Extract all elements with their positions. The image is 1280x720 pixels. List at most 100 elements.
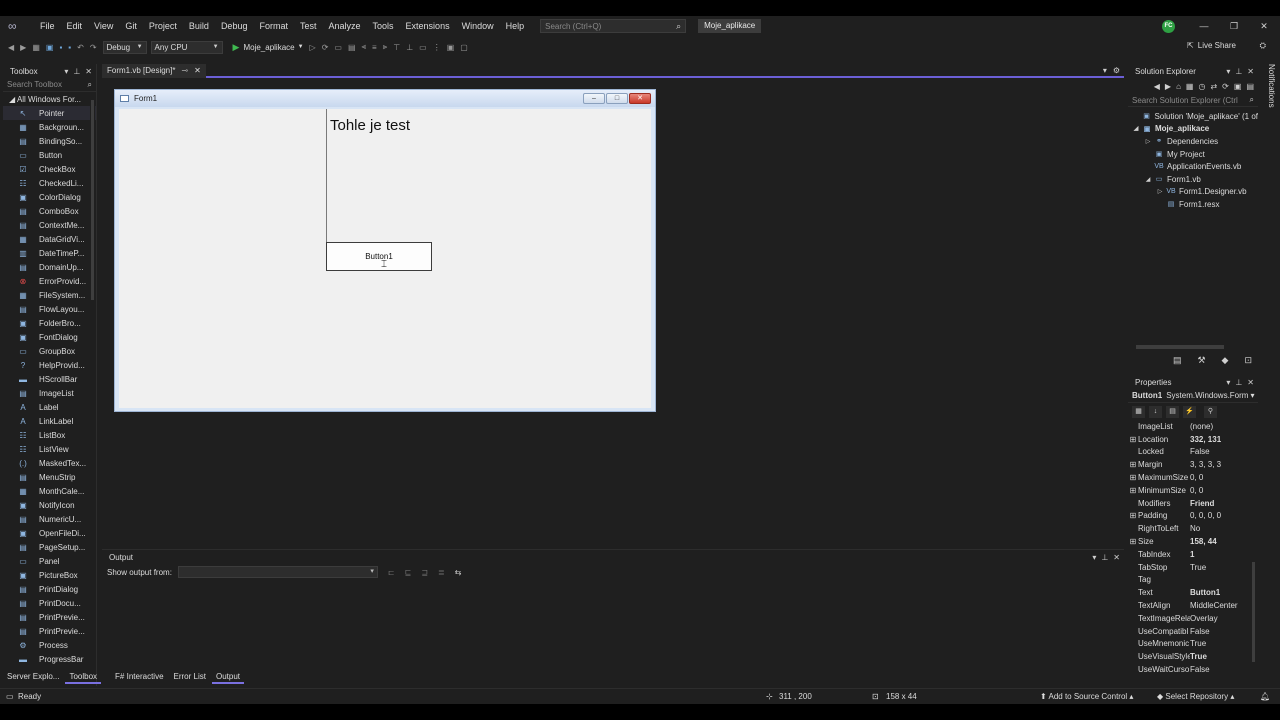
property-row[interactable]: TabStop True	[1128, 561, 1258, 574]
tree-item[interactable]: ◢ ▣ Moje_aplikace	[1128, 123, 1258, 136]
tab-fsharp-interactive[interactable]: F# Interactive	[111, 670, 167, 684]
pin-icon[interactable]: ⊥	[73, 67, 80, 76]
select-repository-button[interactable]: ◆ Select Repository ▴	[1157, 692, 1234, 701]
chevron-down-icon[interactable]: ▾	[1092, 553, 1096, 562]
spacing-icon[interactable]: ⋮	[433, 43, 441, 52]
pin-icon[interactable]: ⊸	[181, 64, 188, 78]
menu-analyze[interactable]: Analyze	[323, 16, 367, 36]
toolbox-item[interactable]: ▤ DomainUp...	[3, 260, 96, 274]
save-all-icon[interactable]: ▪	[68, 43, 71, 52]
menu-extensions[interactable]: Extensions	[400, 16, 456, 36]
platform-combo[interactable]: Any CPU ▼	[150, 40, 223, 54]
properties-object-selector[interactable]: Button1 System.Windows.Form ▾	[1128, 389, 1258, 403]
toolbox-item[interactable]: ☷ ListView	[3, 442, 96, 456]
notifications-side-tab[interactable]: Notifications	[1262, 64, 1276, 124]
property-value[interactable]: False	[1190, 665, 1246, 674]
toolbox-item[interactable]: ☷ ListBox	[3, 428, 96, 442]
expand-icon[interactable]: ⊞	[1128, 473, 1138, 482]
property-row[interactable]: UseCompatibl False	[1128, 625, 1258, 638]
align-left-icon[interactable]: ⫷	[362, 42, 367, 52]
tree-item[interactable]: ◢ ▭ Form1.vb	[1128, 173, 1258, 186]
property-row[interactable]: Tag	[1128, 574, 1258, 587]
menu-build[interactable]: Build	[183, 16, 215, 36]
toolbox-item[interactable]: ▤ MenuStrip	[3, 470, 96, 484]
form-window[interactable]: Form1 – □ ✕ Tohle je test Button1 ⌶	[114, 89, 656, 412]
switch-views-icon[interactable]: ▦	[1186, 82, 1194, 91]
refresh-icon[interactable]: ⟳	[1222, 82, 1229, 91]
close-icon[interactable]: ✕	[1113, 553, 1120, 562]
expand-icon[interactable]: ⊞	[1128, 537, 1138, 546]
property-value[interactable]: (none)	[1190, 422, 1246, 431]
toolbox-item[interactable]: ▦ FileSystem...	[3, 288, 96, 302]
toolbox-item[interactable]: ▭ GroupBox	[3, 344, 96, 358]
output-source-select[interactable]	[177, 566, 378, 578]
property-value[interactable]: Overlay	[1190, 614, 1246, 623]
property-row[interactable]: ⊞ MinimumSize 0, 0	[1128, 484, 1258, 497]
solution-explorer-search-input[interactable]: Search Solution Explorer (Ctrl ⌕	[1128, 94, 1258, 107]
tree-item[interactable]: ▷ ⚭ Dependencies	[1128, 135, 1258, 148]
settings-icon[interactable]: ⚙	[1113, 66, 1120, 75]
property-value[interactable]: True	[1190, 652, 1246, 661]
solution-explorer-tab-icon[interactable]: ▤	[1173, 355, 1182, 369]
property-value[interactable]: MiddleCenter	[1190, 601, 1246, 610]
chevron-down-icon[interactable]: ▾	[1226, 378, 1230, 387]
scrollbar-thumb[interactable]	[1136, 345, 1224, 349]
property-row[interactable]: ⊞ Padding 0, 0, 0, 0	[1128, 510, 1258, 523]
expand-icon[interactable]: ⊞	[1128, 460, 1138, 469]
expand-icon[interactable]: ⊞	[1128, 486, 1138, 495]
property-value[interactable]: 158, 44	[1190, 537, 1246, 546]
expand-icon[interactable]: ⊞	[1128, 511, 1138, 520]
tab-list-icon[interactable]: ▾	[1103, 66, 1107, 75]
properties-view-icon[interactable]: ▤	[1166, 405, 1179, 418]
categorized-icon[interactable]: ▦	[1132, 405, 1145, 418]
form-title-bar[interactable]: Form1 – □ ✕	[115, 90, 655, 107]
property-row[interactable]: TextAlign MiddleCenter	[1128, 599, 1258, 612]
make-same-size-icon[interactable]: ▭	[419, 43, 427, 52]
toolbox-item[interactable]: ⚙ Process	[3, 638, 96, 652]
property-value[interactable]: No	[1190, 524, 1246, 533]
toolbox-item[interactable]: ↖ Pointer	[3, 106, 96, 120]
expand-icon[interactable]: ⊞	[1128, 435, 1138, 444]
menu-format[interactable]: Format	[253, 16, 294, 36]
close-icon[interactable]: ✕	[1247, 378, 1254, 387]
toolbox-item[interactable]: ▤ ComboBox	[3, 204, 96, 218]
go-next-icon[interactable]: ⊒	[421, 568, 428, 577]
properties-scrollbar[interactable]	[1251, 422, 1256, 686]
label1[interactable]: Tohle je test	[330, 117, 410, 134]
pending-changes-icon[interactable]: ◷	[1198, 82, 1205, 91]
send-to-back-icon[interactable]: ▢	[460, 43, 468, 52]
toolbox-item[interactable]: ▣ FolderBro...	[3, 316, 96, 330]
new-project-icon[interactable]: ▦	[32, 43, 40, 52]
undo-icon[interactable]: ↶	[77, 43, 84, 52]
home-icon[interactable]: ⌂	[1176, 82, 1181, 91]
property-pages-icon[interactable]: ⚲	[1204, 405, 1217, 418]
property-row[interactable]: ⊞ Location 332, 131	[1128, 433, 1258, 446]
layout-icon[interactable]: ▤	[348, 43, 356, 52]
property-row[interactable]: UseWaitCurso False	[1128, 663, 1258, 676]
property-row[interactable]: TextImageRela Overlay	[1128, 612, 1258, 625]
property-value[interactable]: Friend	[1190, 499, 1246, 508]
menu-window[interactable]: Window	[456, 16, 500, 36]
property-value[interactable]: 332, 131	[1190, 435, 1246, 444]
property-value[interactable]: 1	[1190, 550, 1246, 559]
property-row[interactable]: TabIndex 1	[1128, 548, 1258, 561]
property-row[interactable]: ⊞ MaximumSize 0, 0	[1128, 471, 1258, 484]
properties-icon[interactable]: ▤	[1246, 82, 1254, 91]
toolbox-item[interactable]: ▤ PrintDialog	[3, 582, 96, 596]
tree-item[interactable]: ▷ VB Form1.Designer.vb	[1128, 186, 1258, 199]
property-value[interactable]: 0, 0	[1190, 486, 1246, 495]
toolbox-item[interactable]: ▦ Backgroun...	[3, 120, 96, 134]
menu-tools[interactable]: Tools	[367, 16, 400, 36]
visual-studio-logo-icon[interactable]: ∞	[8, 19, 24, 33]
toolbox-item[interactable]: ▦ MonthCale...	[3, 484, 96, 498]
hot-reload-icon[interactable]: ⟳	[322, 43, 329, 52]
tab-form1-design[interactable]: Form1.vb [Design]* ⊸ ✕	[102, 64, 206, 78]
properties-tab-icon[interactable]: ⚒	[1197, 355, 1205, 369]
toolbox-item[interactable]: ▤ PageSetup...	[3, 540, 96, 554]
forward-icon[interactable]: ▶	[20, 43, 26, 52]
alphabetical-icon[interactable]: ↓	[1149, 405, 1162, 418]
toolbox-item[interactable]: ▣ OpenFileDi...	[3, 526, 96, 540]
configuration-combo[interactable]: Debug ▼	[102, 40, 147, 54]
toolbox-item[interactable]: ▤ ContextMe...	[3, 218, 96, 232]
button1[interactable]: Button1	[326, 242, 432, 271]
